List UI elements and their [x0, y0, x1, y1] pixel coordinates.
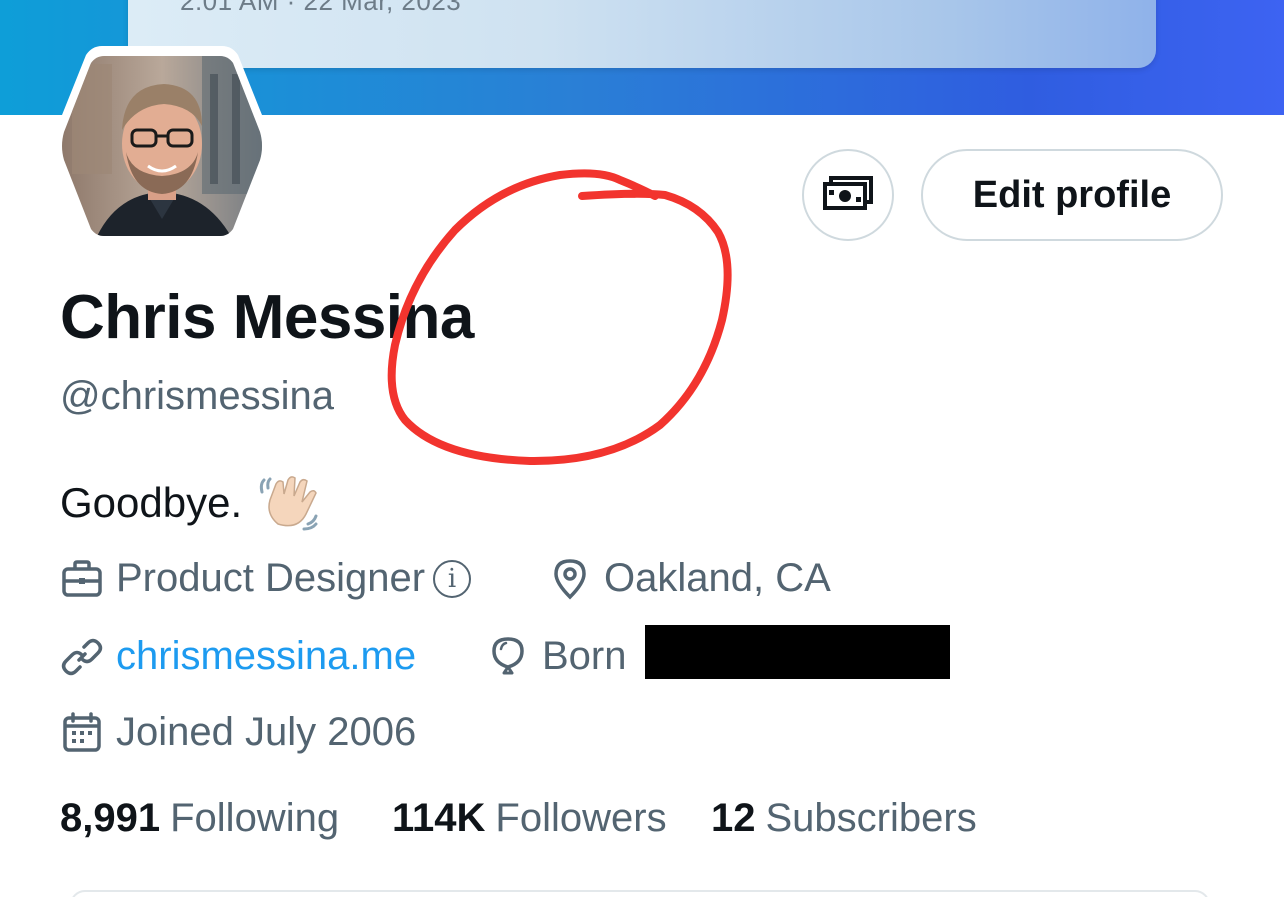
avatar[interactable]: [52, 44, 272, 248]
subscriptions-button[interactable]: [802, 149, 894, 241]
followers-label: Followers: [495, 796, 667, 840]
location-text: Oakland, CA: [604, 556, 831, 600]
birthday-item: Born: [486, 634, 627, 679]
profile-page: 2:01 AM · 22 Mar, 2023 Edit profile Chri…: [0, 0, 1284, 897]
bio-text: Goodbye.: [60, 479, 243, 526]
joined-item: Joined July 2006: [60, 710, 416, 755]
subscribers-label: Subscribers: [765, 796, 977, 840]
balloon-icon: [486, 635, 530, 679]
subscribers-stat[interactable]: 12 Subscribers: [711, 796, 977, 841]
banner-card: 2:01 AM · 22 Mar, 2023: [128, 0, 1156, 68]
link-icon: [60, 635, 104, 679]
subscribers-count: 12: [711, 796, 756, 840]
website-item[interactable]: chrismessina.me: [60, 634, 416, 679]
location-item: Oakland, CA: [548, 556, 831, 601]
handle: @chrismessina: [60, 374, 335, 418]
calendar-icon: [60, 711, 104, 755]
joined-text: Joined July 2006: [116, 710, 417, 754]
website-link[interactable]: chrismessina.me: [116, 634, 416, 679]
following-label: Following: [170, 796, 340, 840]
profession-item: Product Designer i: [60, 556, 472, 601]
money-icon: [823, 175, 873, 215]
banner-timestamp: 2:01 AM · 22 Mar, 2023: [180, 0, 462, 16]
followers-stat[interactable]: 114K Followers: [392, 796, 667, 841]
profession-text: Product Designer: [116, 556, 426, 600]
location-pin-icon: [548, 557, 592, 601]
followers-count: 114K: [392, 796, 486, 840]
following-count: 8,991: [60, 796, 161, 840]
redaction-bar: [645, 625, 950, 679]
waving-hand-icon: [258, 474, 320, 532]
briefcase-icon: [60, 557, 104, 601]
bottom-card-edge: [70, 890, 1210, 897]
following-stat[interactable]: 8,991 Following: [60, 796, 339, 841]
info-icon[interactable]: i: [433, 559, 472, 598]
edit-profile-button[interactable]: Edit profile: [921, 149, 1223, 241]
display-name: Chris Messina: [60, 283, 474, 352]
birth-label: Born: [542, 634, 627, 678]
bio: Goodbye.: [60, 474, 320, 532]
